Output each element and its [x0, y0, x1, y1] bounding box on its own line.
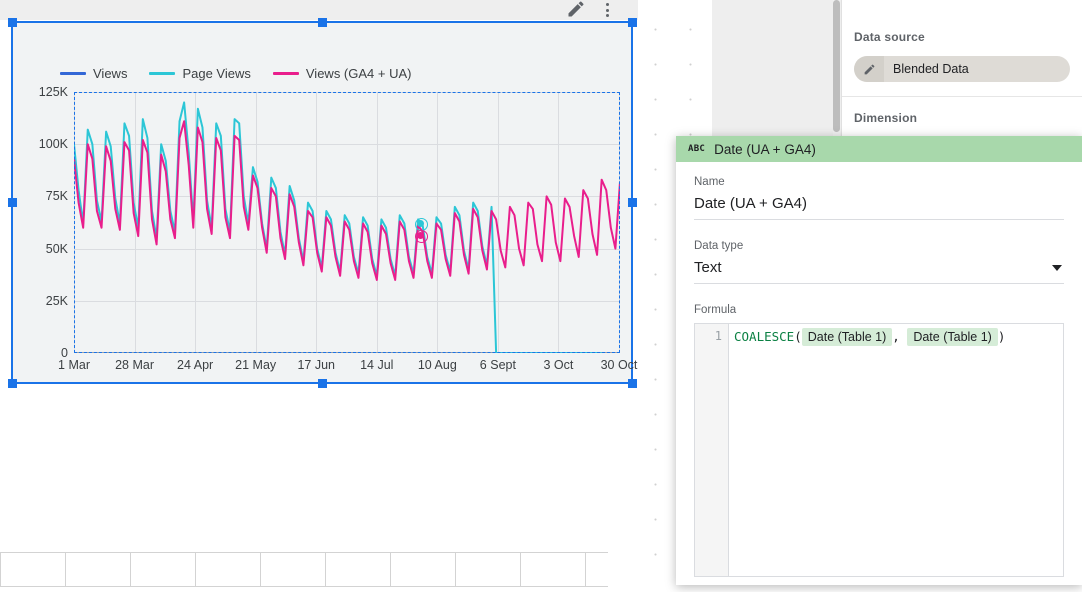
empty-table-widget[interactable]: [0, 552, 608, 592]
x-tick-label: 3 Oct: [543, 358, 574, 372]
data-source-chip[interactable]: Blended Data: [854, 56, 1070, 82]
selection-handle-bottom-middle[interactable]: [318, 379, 327, 388]
x-tick-label: 6 Sept: [479, 358, 516, 372]
formula-line-number: 1: [695, 324, 729, 576]
selection-handle-top-middle[interactable]: [318, 18, 327, 27]
formula-code[interactable]: COALESCE(Date (Table 1), Date (Table 1)): [729, 324, 1063, 576]
x-tick-label: 17 Jun: [297, 358, 335, 372]
x-tick-label: 21 May: [235, 358, 277, 372]
selection-handle-bottom-left[interactable]: [8, 379, 17, 388]
chart-hover-toolbar: [0, 0, 638, 20]
name-field-block: Name Date (UA + GA4): [694, 176, 1064, 220]
x-tick-label: 24 Apr: [177, 358, 214, 372]
legend-swatch-icon: [149, 71, 176, 75]
formula-comma: ,: [892, 329, 900, 344]
chevron-down-icon[interactable]: [1052, 264, 1062, 271]
y-tick-label: 100K: [38, 137, 68, 152]
data-type-field-block: Data type Text: [694, 240, 1064, 284]
data-type-value: Text: [694, 259, 722, 276]
selection-handle-top-left[interactable]: [8, 18, 17, 27]
chart-legend: Views Page Views Views (GA4 + UA): [60, 64, 411, 82]
formula-label: Formula: [694, 304, 737, 316]
dialog-title: Date (UA + GA4): [714, 141, 816, 157]
x-tick-label: 1 Mar: [58, 358, 90, 372]
formula-open-paren: (: [794, 329, 802, 344]
legend-label: Page Views: [182, 65, 251, 81]
x-axis-labels: 1 Mar 28 Mar 24 Apr 21 May 17 Jun 14 Jul 10 Au…: [58, 358, 637, 378]
legend-item-2[interactable]: Views (GA4 + UA): [272, 65, 412, 81]
y-axis-labels: 0 25K 50K 75K 100K 125K: [12, 84, 68, 362]
dialog-header: ABC Date (UA + GA4): [676, 136, 1082, 162]
chart-hover-marker: [417, 231, 425, 239]
data-source-name: Blended Data: [893, 62, 969, 76]
edit-pencil-icon[interactable]: [566, 0, 586, 19]
formula-field-block: Formula 1 COALESCE(Date (Table 1), Date …: [694, 304, 1064, 577]
chart-plot-area[interactable]: [74, 92, 620, 353]
panel-scrollbar-thumb[interactable]: [833, 0, 840, 132]
data-source-label: Data source: [854, 30, 925, 44]
name-field-label: Name: [694, 176, 725, 188]
dimension-section: Dimension: [842, 97, 1082, 140]
selection-handle-bottom-right[interactable]: [628, 379, 637, 388]
formula-editor[interactable]: 1 COALESCE(Date (Table 1), Date (Table 1…: [694, 323, 1064, 577]
calculated-field-dialog[interactable]: ABC Date (UA + GA4) Name Date (UA + GA4)…: [676, 136, 1082, 585]
dimension-label: Dimension: [854, 111, 918, 125]
selection-handle-top-right[interactable]: [628, 18, 637, 27]
x-tick-label: 30 Oct: [600, 358, 638, 372]
x-tick-label: 14 Jul: [360, 358, 394, 372]
y-tick-label: 75K: [45, 189, 68, 204]
y-tick-label: 125K: [38, 85, 68, 99]
data-source-edit-pencil-icon[interactable]: [854, 56, 884, 82]
y-tick-label: 25K: [45, 293, 68, 308]
legend-label: Views: [93, 65, 128, 81]
legend-swatch-icon: [272, 71, 299, 75]
x-tick-label: 10 Aug: [417, 358, 457, 372]
abc-text-type-icon: ABC: [688, 144, 706, 154]
x-tick-label: 28 Mar: [115, 358, 154, 372]
data-source-section: Data source Blended Data: [842, 16, 1082, 97]
formula-validation-row: [676, 577, 1082, 585]
legend-item-1[interactable]: Page Views: [149, 65, 251, 81]
legend-item-0[interactable]: Views: [60, 66, 127, 81]
kebab-menu-icon[interactable]: [600, 0, 614, 20]
dialog-body: Name Date (UA + GA4) Data type Text Form…: [676, 162, 1082, 577]
legend-swatch-icon: [60, 71, 86, 75]
name-input[interactable]: Date (UA + GA4): [694, 195, 1064, 220]
selection-handle-middle-right[interactable]: [628, 198, 637, 207]
time-series-chart-widget[interactable]: Views Page Views Views (GA4 + UA) 0 25K 50K 7…: [11, 21, 637, 384]
formula-close-paren: ): [997, 329, 1006, 344]
report-canvas[interactable]: Views Page Views Views (GA4 + UA) 0 25K 50K 7…: [0, 0, 712, 587]
formula-arg-2[interactable]: Date (Table 1): [907, 328, 998, 346]
selection-handle-middle-left[interactable]: [8, 198, 17, 207]
formula-arg-1[interactable]: Date (Table 1): [801, 328, 893, 346]
data-type-label: Data type: [694, 240, 744, 252]
legend-label: Views (GA4 + UA): [305, 65, 412, 81]
y-tick-label: 50K: [45, 241, 68, 256]
formula-function-name: COALESCE: [734, 329, 795, 344]
chart-lines: [74, 101, 620, 353]
data-type-select[interactable]: Text: [694, 259, 1064, 284]
series-line: [74, 120, 620, 281]
